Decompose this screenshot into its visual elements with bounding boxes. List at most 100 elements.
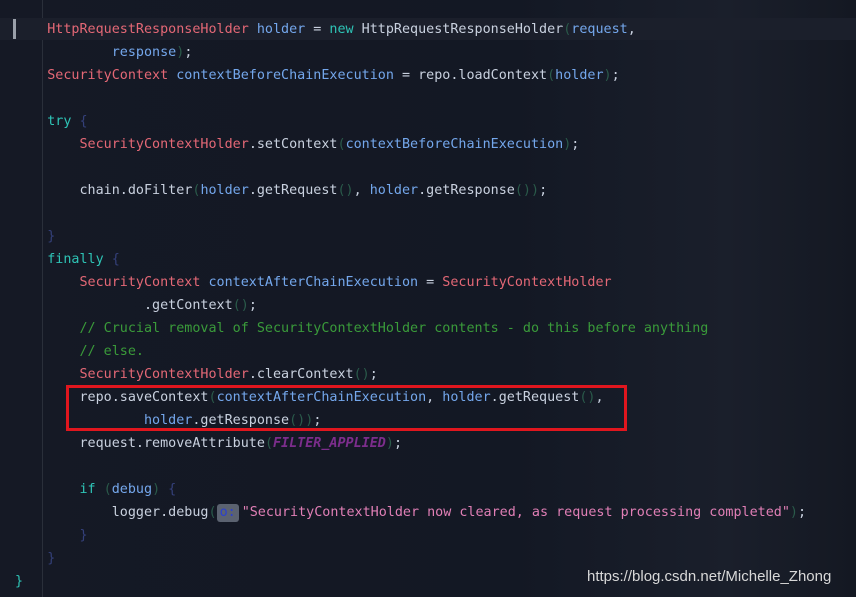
code-token: () xyxy=(337,183,354,198)
code-line[interactable]: if (debug) { xyxy=(15,478,177,501)
code-token: ) xyxy=(152,482,161,497)
code-token: , xyxy=(627,22,636,37)
code-token: { xyxy=(160,482,177,497)
code-token: ( xyxy=(95,482,112,497)
code-token: // Crucial removal of SecurityContextHol… xyxy=(79,321,709,336)
code-token: } xyxy=(47,551,56,566)
code-token: .clearContext xyxy=(248,367,354,382)
code-token: finally xyxy=(47,252,104,267)
code-token: SecurityContext xyxy=(79,275,201,290)
code-token: .getResponse xyxy=(418,183,515,198)
code-token: new xyxy=(329,22,354,37)
code-editor[interactable]: HttpRequestResponseHolder holder = new H… xyxy=(0,0,856,597)
red-highlight-box xyxy=(66,385,627,431)
code-line[interactable]: // else. xyxy=(15,340,145,363)
code-token: contextBeforeChainExecution xyxy=(168,68,394,83)
code-line[interactable]: request.removeAttribute(FILTER_APPLIED); xyxy=(15,432,403,455)
code-line[interactable]: finally { xyxy=(15,248,120,271)
code-line[interactable]: .getContext(); xyxy=(15,294,257,317)
code-line[interactable]: chain.doFilter(holder.getRequest(), hold… xyxy=(15,179,548,202)
code-token: ()) xyxy=(514,183,540,198)
parameter-hint: o: xyxy=(216,504,239,522)
code-token: ; xyxy=(184,45,193,60)
code-token: = xyxy=(305,22,330,37)
code-token: .setContext xyxy=(248,137,338,152)
code-token: ; xyxy=(797,505,807,520)
code-token: = xyxy=(418,275,443,290)
code-token: ( xyxy=(547,68,556,83)
code-token: SecurityContextHolder xyxy=(79,367,249,382)
code-token: SecurityContext xyxy=(47,68,169,83)
code-token: ; xyxy=(611,68,620,83)
code-token: () xyxy=(232,298,249,313)
code-line[interactable]: try { xyxy=(15,110,87,133)
code-token: } xyxy=(15,574,24,589)
code-token: .getRequest xyxy=(248,183,338,198)
code-line[interactable]: SecurityContext contextBeforeChainExecut… xyxy=(15,64,620,87)
code-token: SecurityContextHolder xyxy=(442,275,612,290)
code-token: HttpRequestResponseHolder xyxy=(353,22,564,37)
code-line[interactable]: } xyxy=(15,570,23,593)
code-token: request xyxy=(571,22,628,37)
code-line[interactable]: logger.debug(o: "SecurityContextHolder no… xyxy=(15,501,806,524)
code-line[interactable]: } xyxy=(15,524,88,547)
code-token: holder xyxy=(248,22,306,37)
code-token: ( xyxy=(208,505,217,520)
code-token: logger.debug xyxy=(111,505,209,520)
code-token: if xyxy=(79,482,96,497)
code-token: ; xyxy=(571,137,580,152)
code-token: response xyxy=(111,45,177,60)
code-token: = repo.loadContext xyxy=(393,68,548,83)
code-token: .getContext xyxy=(144,298,233,313)
code-line[interactable]: SecurityContext contextAfterChainExecuti… xyxy=(15,271,612,294)
code-token: holder xyxy=(369,183,419,198)
code-token: ) xyxy=(385,436,394,451)
code-token: SecurityContextHolder xyxy=(79,137,249,152)
code-token: ) xyxy=(789,505,798,520)
code-token: () xyxy=(353,367,370,382)
code-line[interactable]: response); xyxy=(15,41,193,64)
code-token: ; xyxy=(248,298,257,313)
code-token: ( xyxy=(337,137,346,152)
code-token: holder xyxy=(555,68,604,83)
code-token: ; xyxy=(539,183,548,198)
code-token: // else. xyxy=(79,344,145,359)
code-token: FILTER_APPLIED xyxy=(273,436,386,451)
code-token: "SecurityContextHolder now cleared, as r… xyxy=(241,505,790,520)
code-token: HttpRequestResponseHolder xyxy=(47,22,249,37)
code-token: } xyxy=(47,229,56,244)
code-line[interactable]: } xyxy=(15,225,55,248)
code-token: contextAfterChainExecution xyxy=(200,275,419,290)
code-token: debug xyxy=(111,482,153,497)
code-token: holder xyxy=(200,183,249,198)
code-line[interactable]: SecurityContextHolder.clearContext(); xyxy=(15,363,378,386)
code-token: ( xyxy=(264,436,273,451)
code-token: ; xyxy=(369,367,378,382)
code-line[interactable]: SecurityContextHolder.setContext(context… xyxy=(15,133,580,156)
code-line[interactable]: } xyxy=(15,547,55,570)
code-token: ) xyxy=(603,68,612,83)
code-token: , xyxy=(353,183,370,198)
code-token: chain.doFilter xyxy=(79,183,193,198)
code-token: } xyxy=(79,528,88,543)
code-line[interactable]: // Crucial removal of SecurityContextHol… xyxy=(15,317,709,340)
code-token: ; xyxy=(393,436,402,451)
code-line[interactable]: HttpRequestResponseHolder holder = new H… xyxy=(15,18,636,41)
